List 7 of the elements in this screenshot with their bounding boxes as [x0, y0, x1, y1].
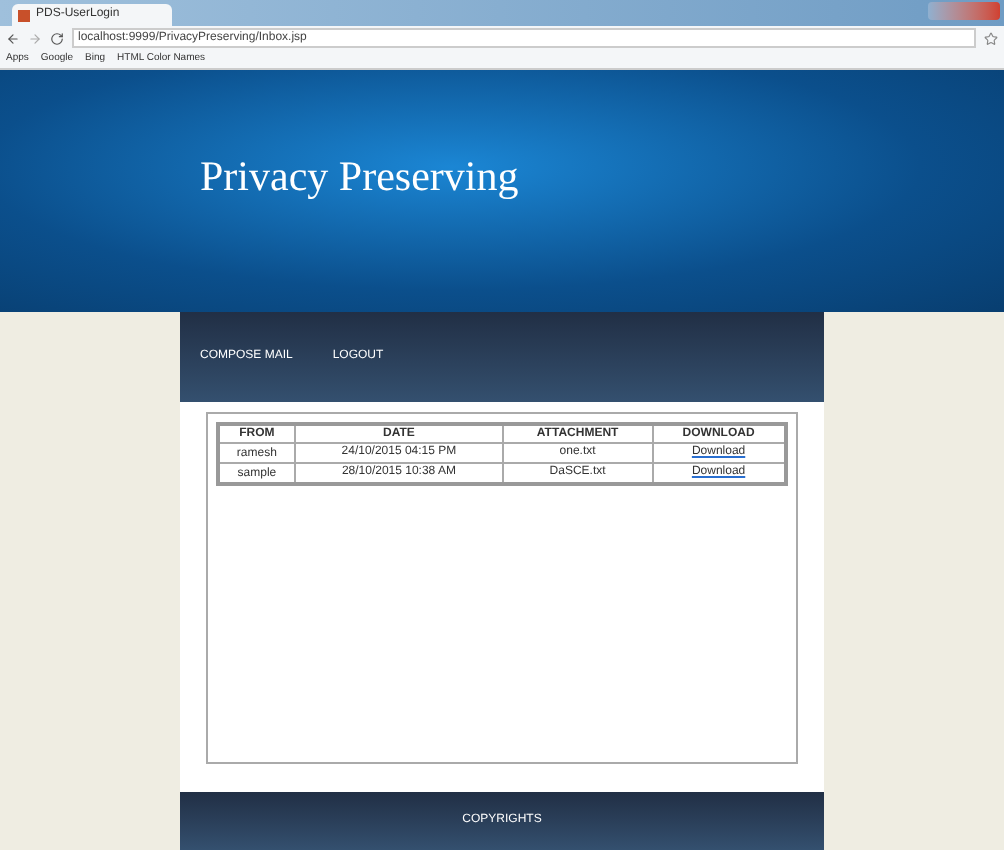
site-title: Privacy Preserving [198, 150, 521, 204]
back-icon[interactable] [6, 31, 20, 45]
page-icon [18, 9, 30, 21]
window-controls[interactable] [928, 2, 1000, 20]
forward-icon[interactable] [28, 31, 42, 45]
reload-icon[interactable] [50, 31, 64, 45]
star-icon[interactable] [984, 31, 998, 45]
